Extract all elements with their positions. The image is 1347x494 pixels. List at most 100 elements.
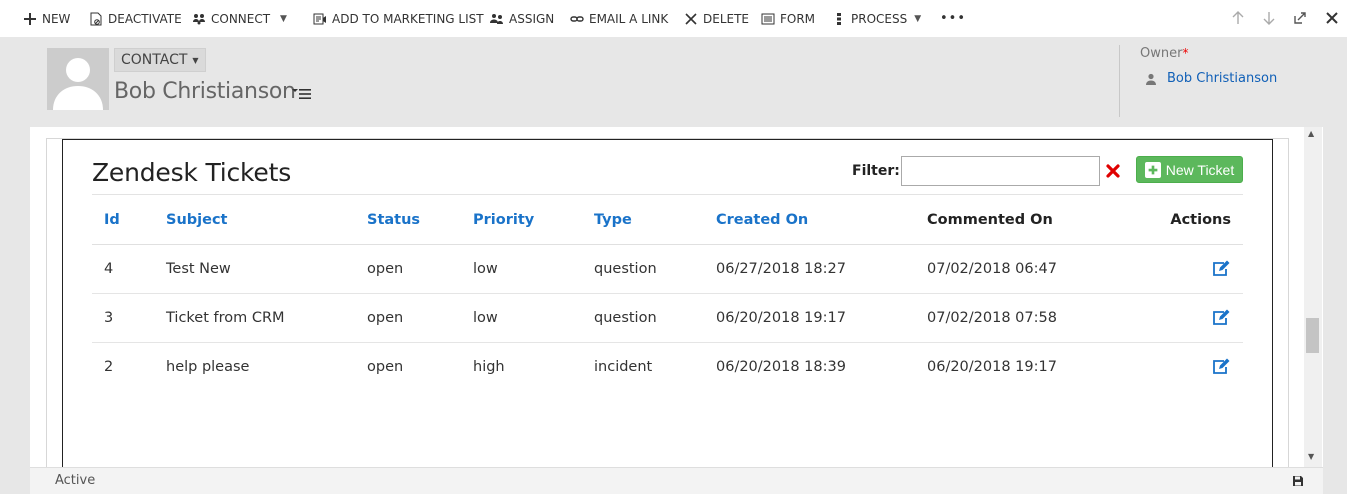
- edit-icon[interactable]: [1211, 309, 1231, 327]
- connect-dropdown[interactable]: ▼: [280, 0, 287, 37]
- deactivate-label: DEACTIVATE: [108, 11, 182, 26]
- chevron-down-icon: ▼: [192, 55, 199, 65]
- email-a-link-button[interactable]: EMAIL A LINK: [569, 0, 668, 37]
- clear-filter-icon[interactable]: [1105, 163, 1121, 179]
- table-row: 2 help please open high incident 06/20/2…: [92, 343, 1243, 392]
- column-header-type[interactable]: Type: [582, 194, 704, 245]
- vertical-scrollbar[interactable]: ▲ ▼: [1304, 127, 1322, 467]
- command-bar: NEW DEACTIVATE CONNECT ▼ ADD TO MARKETIN…: [0, 0, 1347, 37]
- cell-id: 4: [92, 244, 154, 294]
- column-header-created-on[interactable]: Created On: [704, 194, 915, 245]
- cell-created-on: 06/27/2018 18:27: [704, 244, 915, 294]
- avatar[interactable]: [47, 48, 109, 110]
- cell-id: 3: [92, 293, 154, 343]
- assign-label: ASSIGN: [509, 11, 555, 26]
- form-label: FORM: [780, 11, 816, 26]
- assign-button[interactable]: ASSIGN: [489, 0, 554, 37]
- owner-label-text: Owner: [1140, 46, 1183, 61]
- owner-link[interactable]: Bob Christianson: [1145, 71, 1277, 86]
- new-button[interactable]: NEW: [22, 0, 70, 37]
- more-commands-button[interactable]: •••: [940, 0, 966, 37]
- cell-subject: help please: [166, 359, 250, 376]
- previous-record-button[interactable]: [1229, 9, 1247, 27]
- process-label: PROCESS: [851, 11, 908, 26]
- close-icon: [1326, 12, 1338, 24]
- cell-priority: low: [461, 293, 582, 343]
- scroll-thumb[interactable]: [1306, 318, 1319, 353]
- user-icon: [1146, 73, 1156, 85]
- new-label: NEW: [42, 11, 71, 26]
- form-icon: [760, 11, 776, 27]
- add-to-marketing-list-button[interactable]: ADD TO MARKETING LIST: [312, 0, 484, 37]
- form-content: Zendesk Tickets Filter: New Ticket Id Su…: [30, 127, 1323, 467]
- cell-actions: [1115, 343, 1243, 392]
- cell-type: question: [582, 293, 704, 343]
- cell-created-on: 06/20/2018 19:17: [704, 293, 915, 343]
- entity-type-label: CONTACT: [121, 52, 188, 68]
- chevron-down-icon: ▼: [280, 13, 287, 24]
- pop-out-button[interactable]: [1291, 9, 1309, 27]
- person-silhouette-icon: [53, 58, 103, 110]
- scroll-down-arrow-icon[interactable]: ▼: [1308, 452, 1314, 461]
- zendesk-tickets-widget: Zendesk Tickets Filter: New Ticket Id Su…: [62, 139, 1273, 467]
- table-row: 4 Test New open low question 06/27/2018 …: [92, 244, 1243, 294]
- column-header-actions: Actions: [1115, 194, 1243, 245]
- process-button[interactable]: PROCESS ▼: [831, 0, 921, 37]
- add-to-marketing-list-label: ADD TO MARKETING LIST: [332, 11, 484, 26]
- status-footer: Active: [30, 467, 1323, 494]
- owner-label: Owner*: [1140, 46, 1188, 61]
- deactivate-icon: [88, 11, 104, 27]
- entity-type-selector[interactable]: CONTACT ▼: [114, 48, 206, 72]
- next-record-button[interactable]: [1260, 9, 1278, 27]
- filter-label: Filter:: [852, 163, 900, 179]
- email-a-link-label: EMAIL A LINK: [589, 11, 669, 26]
- delete-label: DELETE: [703, 11, 750, 26]
- arrow-down-icon: [1263, 12, 1275, 25]
- link-icon: [569, 11, 585, 27]
- form-button[interactable]: FORM: [760, 0, 815, 37]
- more-icon: •••: [940, 11, 967, 26]
- tickets-table: Id Subject Status Priority Type Created …: [92, 194, 1243, 392]
- record-status: Active: [55, 473, 96, 488]
- plus-icon: [22, 11, 38, 27]
- pop-out-icon: [1294, 12, 1306, 24]
- cell-commented-on: 07/02/2018 07:58: [915, 293, 1115, 343]
- filter-input[interactable]: [901, 156, 1100, 186]
- new-ticket-label: New Ticket: [1165, 161, 1235, 178]
- delete-button[interactable]: DELETE: [683, 0, 749, 37]
- deactivate-button[interactable]: DEACTIVATE: [88, 0, 182, 37]
- cell-subject: Ticket from CRM: [154, 293, 355, 343]
- cell-type: incident: [594, 359, 653, 376]
- cell-status: open: [355, 244, 461, 294]
- record-name: Bob Christianson: [114, 79, 296, 104]
- scroll-up-arrow-icon[interactable]: ▲: [1308, 129, 1314, 138]
- cell-commented-on: 06/20/2018 19:17: [927, 359, 1057, 376]
- new-ticket-button[interactable]: New Ticket: [1136, 156, 1243, 183]
- plus-square-icon: [1144, 161, 1161, 178]
- cell-id: 2: [104, 359, 114, 376]
- table-row: 3 Ticket from CRM open low question 06/2…: [92, 293, 1243, 343]
- column-header-priority[interactable]: Priority: [461, 194, 582, 245]
- cell-created-on: 06/20/2018 18:39: [716, 359, 846, 376]
- close-button[interactable]: [1323, 9, 1341, 27]
- delete-icon: [683, 11, 699, 27]
- chevron-down-icon: ▼: [914, 13, 922, 24]
- column-header-id[interactable]: Id: [92, 194, 154, 245]
- assign-icon: [489, 11, 505, 27]
- arrow-up-icon: [1232, 11, 1244, 24]
- owner-name: Bob Christianson: [1167, 71, 1278, 86]
- list-menu-icon[interactable]: [292, 88, 312, 100]
- process-icon: [831, 11, 847, 27]
- edit-icon[interactable]: [1211, 260, 1231, 278]
- cell-commented-on: 07/02/2018 06:47: [915, 244, 1115, 294]
- cell-priority: low: [461, 244, 582, 294]
- edit-icon[interactable]: [1211, 358, 1231, 376]
- header-divider: [1119, 45, 1120, 117]
- connect-button[interactable]: CONNECT: [191, 0, 270, 37]
- required-marker: *: [1182, 46, 1189, 60]
- cell-subject: Test New: [154, 244, 355, 294]
- save-icon[interactable]: [1292, 475, 1304, 487]
- column-header-commented-on: Commented On: [915, 194, 1115, 245]
- column-header-status[interactable]: Status: [355, 194, 461, 245]
- column-header-subject[interactable]: Subject: [154, 194, 355, 245]
